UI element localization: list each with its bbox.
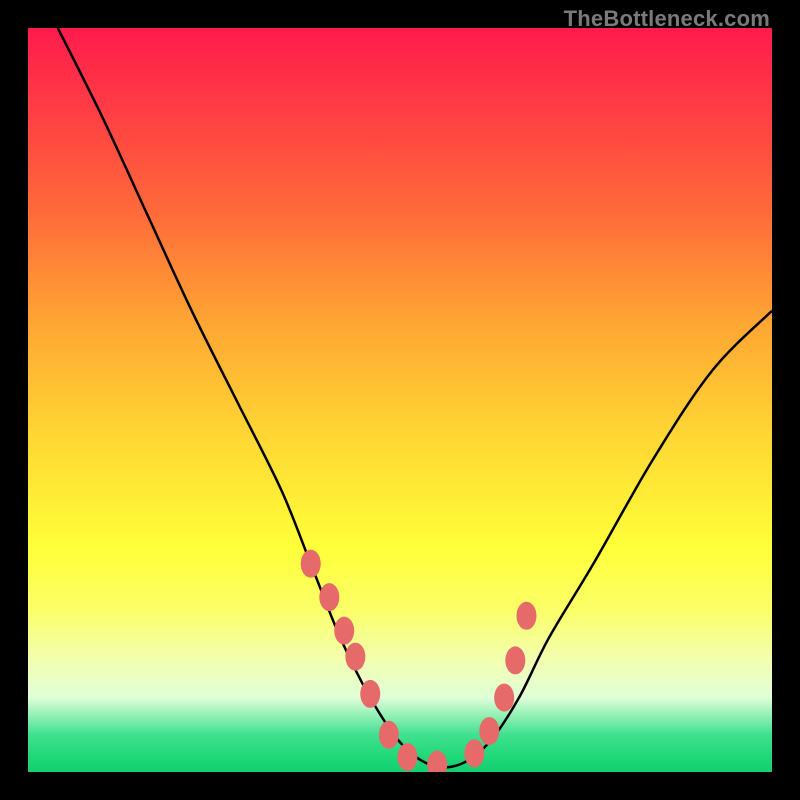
marker-dot [334, 617, 354, 645]
marker-dot [505, 646, 525, 674]
bottleneck-curve [58, 28, 772, 767]
marker-dot [319, 583, 339, 611]
marker-dot [464, 739, 484, 767]
chart-svg [28, 28, 772, 772]
marker-dot [479, 717, 499, 745]
marker-dot [360, 680, 380, 708]
marker-dot [494, 684, 514, 712]
marker-dot [427, 751, 447, 772]
plot-area [28, 28, 772, 772]
marker-dot [345, 643, 365, 671]
figure-root: TheBottleneck.com [0, 0, 800, 800]
marker-dot [516, 602, 536, 630]
marker-dot [397, 743, 417, 771]
marker-dot [379, 721, 399, 749]
marker-dot [301, 550, 321, 578]
markers-group [301, 550, 537, 772]
